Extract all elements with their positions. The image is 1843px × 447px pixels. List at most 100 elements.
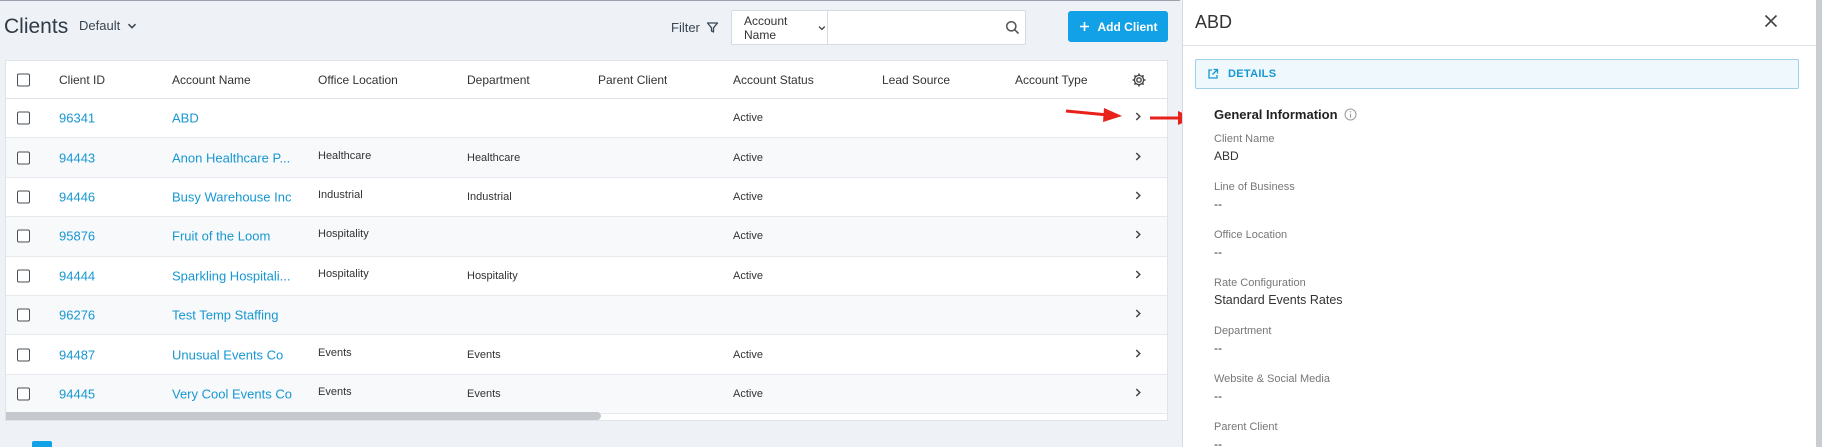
close-button[interactable] (1760, 10, 1782, 32)
select-all-checkbox[interactable] (17, 73, 30, 86)
account-name-link[interactable]: Test Temp Staffing (172, 308, 278, 323)
table-row[interactable]: 94446 Busy Warehouse Inc Industrial Indu… (6, 178, 1167, 218)
table-header: Client ID Account Name Office Location D… (6, 61, 1167, 99)
account-status-cell: Active (733, 269, 763, 282)
office-location-cell: Hospitality (318, 228, 369, 241)
account-name-link[interactable]: ABD (172, 111, 199, 126)
field-value-parent-client: -- (1214, 437, 1222, 447)
row-expand-button[interactable] (1132, 268, 1144, 283)
department-cell: Industrial (467, 190, 512, 203)
client-id-link[interactable]: 94444 (59, 268, 95, 283)
table-row[interactable]: 96276 Test Temp Staffing (6, 295, 1167, 336)
field-label-client-name: Client Name (1214, 133, 1275, 145)
chevron-down-icon (128, 23, 137, 29)
search-field-select[interactable]: Account Name (732, 11, 829, 44)
account-status-cell: Active (733, 348, 763, 361)
column-header-department[interactable]: Department (467, 73, 530, 87)
chevron-down-icon (818, 25, 826, 30)
chevron-right-icon (1135, 230, 1141, 239)
column-header-account-name[interactable]: Account Name (172, 73, 251, 87)
filter-icon (706, 22, 719, 33)
department-cell: Events (467, 387, 501, 400)
row-expand-button[interactable] (1132, 308, 1144, 323)
row-expand-button[interactable] (1132, 189, 1144, 204)
client-id-link[interactable]: 94446 (59, 189, 95, 204)
view-selector[interactable]: Default (79, 18, 138, 33)
column-header-lead-source[interactable]: Lead Source (882, 73, 950, 87)
field-value-client-name: ABD (1214, 149, 1239, 163)
office-location-cell: Events (318, 346, 352, 359)
field-label-rate-configuration: Rate Configuration (1214, 277, 1306, 289)
chevron-right-icon (1135, 270, 1141, 279)
account-name-link[interactable]: Very Cool Events Co (172, 386, 292, 401)
row-checkbox[interactable] (17, 151, 30, 165)
horizontal-scrollbar[interactable] (6, 412, 601, 420)
row-checkbox[interactable] (17, 348, 30, 362)
table-row[interactable]: 94444 Sparkling Hospitali... Hospitality… (6, 257, 1167, 296)
row-expand-button[interactable] (1132, 150, 1144, 165)
client-id-link[interactable]: 96341 (59, 111, 95, 126)
client-id-link[interactable]: 94487 (59, 347, 95, 362)
account-name-link[interactable]: Busy Warehouse Inc (172, 189, 291, 204)
account-status-cell: Active (733, 151, 763, 164)
row-checkbox[interactable] (17, 229, 30, 243)
client-id-link[interactable]: 94443 (59, 150, 95, 165)
row-checkbox[interactable] (17, 308, 30, 322)
chevron-right-icon (1135, 349, 1141, 358)
row-expand-button[interactable] (1132, 347, 1144, 362)
row-checkbox[interactable] (17, 111, 30, 125)
field-value-rate-configuration: Standard Events Rates (1214, 293, 1343, 307)
account-name-link[interactable]: Fruit of the Loom (172, 229, 270, 244)
chevron-right-icon (1135, 309, 1141, 318)
row-expand-button[interactable] (1132, 111, 1144, 126)
tab-details[interactable]: DETAILS (1195, 59, 1799, 89)
table-row[interactable]: 95876 Fruit of the Loom Hospitality Acti… (6, 217, 1167, 257)
section-title-text: General Information (1214, 107, 1338, 122)
add-client-button[interactable]: Add Client (1068, 11, 1168, 42)
table-row[interactable]: 94443 Anon Healthcare P... Healthcare He… (6, 138, 1167, 178)
column-header-client-id[interactable]: Client ID (59, 73, 105, 87)
row-expand-button[interactable] (1132, 229, 1144, 244)
filter-button[interactable]: Filter (671, 20, 719, 35)
account-name-link[interactable]: Sparkling Hospitali... (172, 268, 291, 283)
search-input[interactable] (828, 11, 1000, 44)
pagination-current-page[interactable] (32, 441, 52, 447)
page-title: Clients (4, 15, 69, 38)
account-name-link[interactable]: Unusual Events Co (172, 347, 283, 362)
client-detail-panel: ABD DETAILS General Information Client N… (1182, 0, 1817, 447)
table-row[interactable]: 94445 Very Cool Events Co Events Events … (6, 374, 1167, 415)
office-location-cell: Industrial (318, 188, 363, 201)
close-icon (1764, 14, 1778, 28)
tab-details-label: DETAILS (1228, 68, 1277, 80)
account-status-cell: Active (733, 230, 763, 243)
field-value-line-of-business: -- (1214, 197, 1222, 211)
account-name-link[interactable]: Anon Healthcare P... (172, 150, 290, 165)
search-icon (1005, 20, 1019, 35)
detail-title: ABD (1195, 12, 1233, 32)
account-status-cell: Active (733, 190, 763, 203)
column-header-office-location[interactable]: Office Location (318, 73, 398, 87)
search-button[interactable] (999, 11, 1025, 44)
field-value-website-social-media: -- (1214, 389, 1222, 403)
client-id-link[interactable]: 95876 (59, 229, 95, 244)
department-cell: Hospitality (467, 269, 518, 282)
column-header-account-type[interactable]: Account Type (1015, 73, 1088, 87)
row-checkbox[interactable] (17, 190, 30, 204)
column-settings-button[interactable] (1131, 72, 1147, 88)
field-label-line-of-business: Line of Business (1214, 181, 1295, 193)
window-edge (1822, 0, 1843, 447)
chevron-right-icon (1135, 112, 1141, 121)
client-id-link[interactable]: 94445 (59, 386, 95, 401)
account-status-cell: Active (733, 387, 763, 400)
column-header-parent-client[interactable]: Parent Client (598, 73, 667, 87)
row-expand-button[interactable] (1132, 386, 1144, 401)
row-checkbox[interactable] (17, 387, 30, 401)
column-header-account-status[interactable]: Account Status (733, 73, 814, 87)
clients-table: Client ID Account Name Office Location D… (5, 60, 1168, 421)
row-checkbox[interactable] (17, 269, 30, 283)
info-icon[interactable] (1344, 108, 1357, 121)
field-label-department: Department (1214, 325, 1272, 337)
table-row[interactable]: 94487 Unusual Events Co Events Events Ac… (6, 335, 1167, 375)
client-id-link[interactable]: 96276 (59, 308, 95, 323)
table-row[interactable]: 96341 ABD Active (6, 99, 1167, 139)
